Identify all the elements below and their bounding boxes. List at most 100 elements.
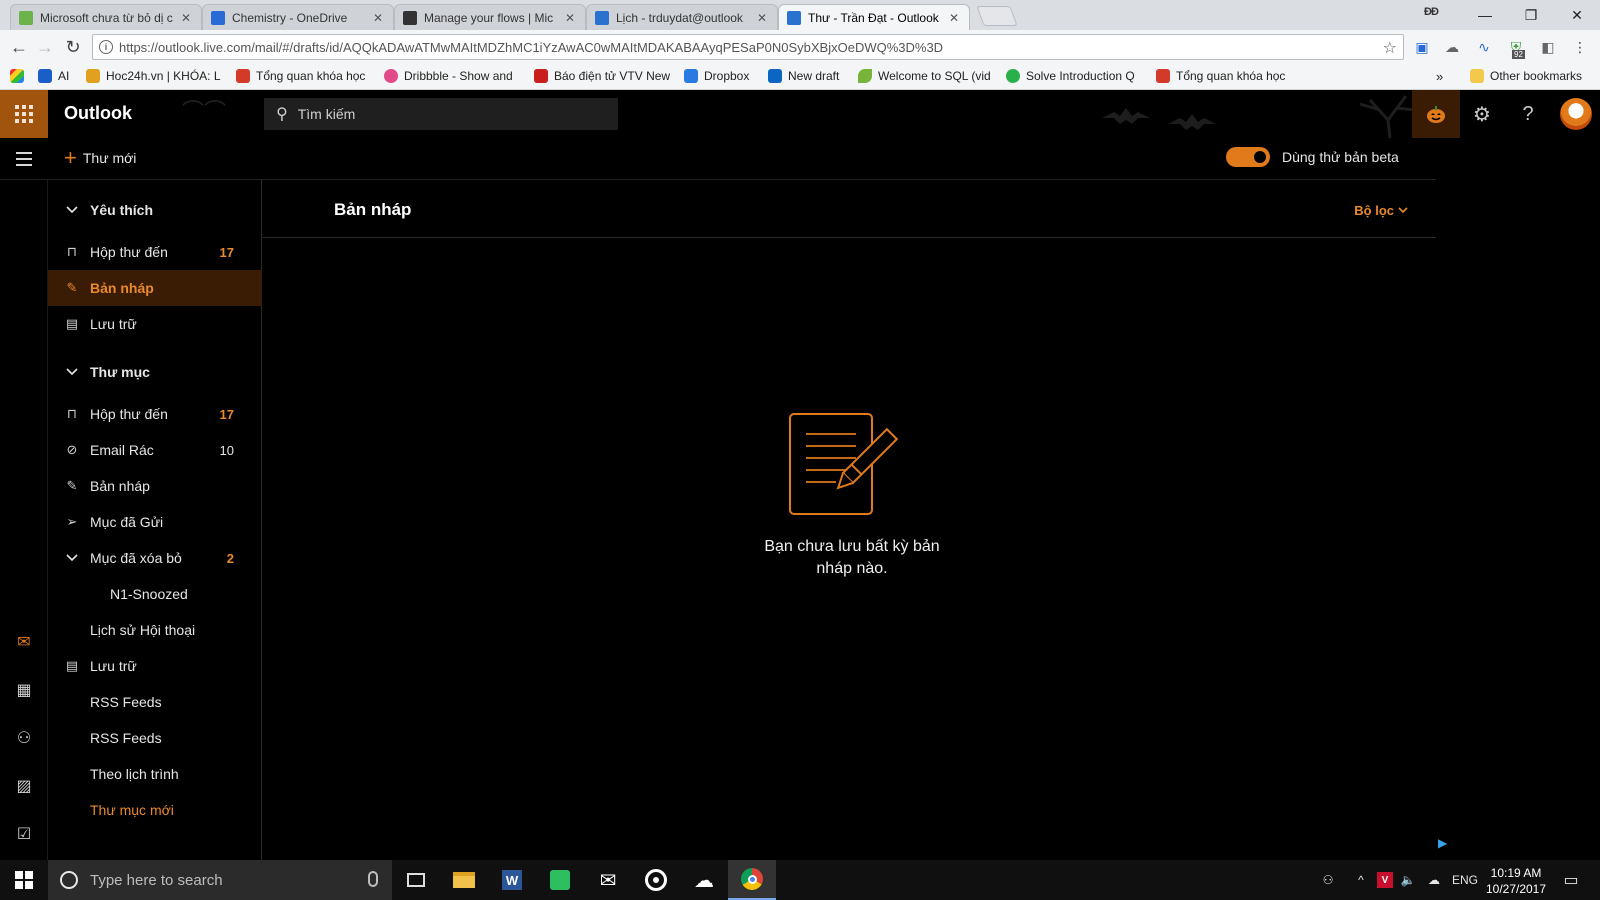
browser-tab[interactable]: Microsoft chưa từ bỏ dị c ✕ <box>10 4 202 30</box>
photos-icon[interactable]: ▨ <box>14 776 34 796</box>
info-icon[interactable]: i <box>99 40 113 54</box>
tasks-icon[interactable]: ☑ <box>14 824 34 844</box>
reload-icon[interactable]: ↻ <box>60 34 86 60</box>
chevron-down-icon[interactable] <box>64 554 80 562</box>
folder-rss-feeds[interactable]: RSS Feeds <box>48 684 262 720</box>
pumpkin-icon[interactable] <box>1412 90 1460 138</box>
search-box[interactable]: ⚲ Tìm kiếm <box>264 98 618 130</box>
bookmark-item[interactable]: Dropbox <box>684 69 760 83</box>
file-explorer-icon[interactable] <box>440 860 488 900</box>
folder-favorites-inbox[interactable]: ⊓ Hộp thư đến 17 <box>48 234 262 270</box>
folder-drafts[interactable]: ✎ Bản nháp <box>48 468 262 504</box>
url-text: https://outlook.live.com/mail/#/drafts/i… <box>119 39 944 55</box>
browser-tab-active[interactable]: Thư - Trần Đạt - Outlook ✕ <box>778 4 970 30</box>
plus-icon: + <box>64 145 77 170</box>
window-close-button[interactable]: ✕ <box>1554 0 1600 30</box>
groove-music-icon[interactable] <box>632 860 680 900</box>
bookmark-item[interactable]: Solve Introduction Q <box>1006 69 1146 83</box>
close-icon[interactable]: ✕ <box>755 11 769 25</box>
bookmark-item[interactable]: Báo điện tử VTV New <box>534 69 672 83</box>
onedrive-tray-icon[interactable]: ☁ <box>1424 860 1444 900</box>
beta-toggle-label: Dùng thử bản beta <box>1282 149 1399 165</box>
close-icon[interactable]: ✕ <box>179 11 193 25</box>
new-mail-label: Thư mới <box>82 150 137 166</box>
browser-tab[interactable]: Manage your flows | Mic ✕ <box>394 4 586 30</box>
hamburger-menu-icon[interactable] <box>16 152 32 170</box>
language-indicator[interactable]: ENG <box>1450 860 1480 900</box>
taskbar-search[interactable]: Type here to search <box>48 860 392 900</box>
mail-app-icon[interactable]: ✉ <box>584 860 632 900</box>
bookmark-item[interactable]: New draft <box>768 69 850 83</box>
folder-inbox[interactable]: ⊓ Hộp thư đến 17 <box>48 396 262 432</box>
evernote-icon[interactable] <box>536 860 584 900</box>
folder-n1-snoozed[interactable]: N1-Snoozed <box>48 576 262 612</box>
folder-rss-feeds[interactable]: RSS Feeds <box>48 720 262 756</box>
browser-tab[interactable]: Lịch - trduydat@outlook ✕ <box>586 4 778 30</box>
bookmark-item[interactable]: AI <box>38 69 78 83</box>
other-bookmarks[interactable]: Other bookmarks <box>1470 69 1582 83</box>
volume-icon[interactable]: 🔈 <box>1398 860 1418 900</box>
address-bar[interactable]: i https://outlook.live.com/mail/#/drafts… <box>92 34 1404 60</box>
folder-sent[interactable]: ➢ Mục đã Gửi <box>48 504 262 540</box>
new-mail-button[interactable]: + Thư mới <box>64 147 136 169</box>
bookmark-item[interactable]: Tổng quan khóa học <box>1156 69 1294 83</box>
forward-icon[interactable]: → <box>32 34 58 60</box>
favorites-header[interactable]: Yêu thích <box>48 192 262 228</box>
help-icon[interactable]: ? <box>1504 90 1552 138</box>
chevron-down-icon <box>64 368 80 376</box>
folder-junk[interactable]: ⊘ Email Rác 10 <box>48 432 262 468</box>
app-launcher-button[interactable] <box>0 90 48 138</box>
browser-tab[interactable]: Chemistry - OneDrive ✕ <box>202 4 394 30</box>
soundcloud-icon[interactable]: ☁ <box>680 860 728 900</box>
task-view-icon[interactable] <box>392 860 440 900</box>
microphone-icon[interactable] <box>368 871 378 887</box>
apps-icon[interactable] <box>10 69 30 83</box>
folder-favorites-archive[interactable]: ▤ Lưu trữ <box>48 306 262 342</box>
tab-favicon-icon <box>19 10 33 25</box>
folder-favorites-drafts[interactable]: ✎ Bản nháp <box>48 270 262 306</box>
new-tab-button[interactable] <box>976 6 1018 26</box>
folder-scheduled[interactable]: Theo lịch trình <box>48 756 262 792</box>
message-list-header: Bản nháp Bộ lọc <box>262 180 1436 238</box>
beta-toggle-control[interactable]: Dùng thử bản beta <box>1226 147 1399 167</box>
folder-deleted[interactable]: Mục đã xóa bỏ 2 <box>48 540 262 576</box>
folder-archive[interactable]: ▤ Lưu trữ <box>48 648 262 684</box>
new-folder-link[interactable]: Thư mục mới <box>48 792 262 828</box>
people-icon[interactable]: ⚇ <box>14 728 34 748</box>
action-center-icon[interactable]: ▭ <box>1556 860 1586 900</box>
app-brand[interactable]: Outlook <box>64 103 132 124</box>
chevron-up-icon[interactable]: ^ <box>1352 860 1370 900</box>
folders-header[interactable]: Thư mục <box>48 354 262 390</box>
minimize-button[interactable]: — <box>1462 0 1508 30</box>
bookmark-item[interactable]: Welcome to SQL (vid <box>858 69 996 83</box>
word-icon[interactable]: W <box>488 860 536 900</box>
bookmark-item[interactable]: Hoc24h.vn | KHÓA: L <box>86 69 222 83</box>
close-icon[interactable]: ✕ <box>947 11 961 25</box>
bookmark-item[interactable]: Tổng quan khóa học <box>236 69 370 83</box>
vivaldi-icon[interactable]: V <box>1376 860 1394 900</box>
start-button[interactable] <box>0 860 48 900</box>
back-icon[interactable]: ← <box>6 34 32 60</box>
extension-icon[interactable]: ◧ <box>1538 37 1558 57</box>
people-icon[interactable]: ⚇ <box>1316 860 1340 900</box>
extension-icon[interactable]: ▣ <box>1412 37 1432 57</box>
calendar-icon[interactable]: ▦ <box>14 680 34 700</box>
bookmark-item[interactable]: Dribbble - Show and <box>384 69 520 83</box>
cloud-icon[interactable]: ☁ <box>1442 37 1462 57</box>
mail-icon[interactable]: ✉ <box>14 632 34 652</box>
bookmarks-overflow-button[interactable]: » <box>1436 69 1443 84</box>
system-clock[interactable]: 10:19 AM 10/27/2017 <box>1480 865 1552 897</box>
settings-gear-icon[interactable]: ⚙ <box>1458 90 1506 138</box>
close-icon[interactable]: ✕ <box>371 11 385 25</box>
avatar[interactable] <box>1552 90 1600 138</box>
close-icon[interactable]: ✕ <box>563 11 577 25</box>
menu-icon[interactable]: ⋮ <box>1570 37 1590 57</box>
profile-icon[interactable]: ĐĐ <box>1424 6 1450 18</box>
bookmark-star-icon[interactable]: ☆ <box>1383 38 1397 58</box>
extension-icon[interactable]: ∿ <box>1474 37 1494 57</box>
restore-button[interactable]: ❐ <box>1508 0 1554 30</box>
filter-button[interactable]: Bộ lọc <box>1354 203 1408 218</box>
chrome-icon[interactable] <box>728 860 776 900</box>
beta-toggle-switch[interactable] <box>1226 147 1270 167</box>
folder-conversation-history[interactable]: Lịch sử Hội thoại <box>48 612 262 648</box>
